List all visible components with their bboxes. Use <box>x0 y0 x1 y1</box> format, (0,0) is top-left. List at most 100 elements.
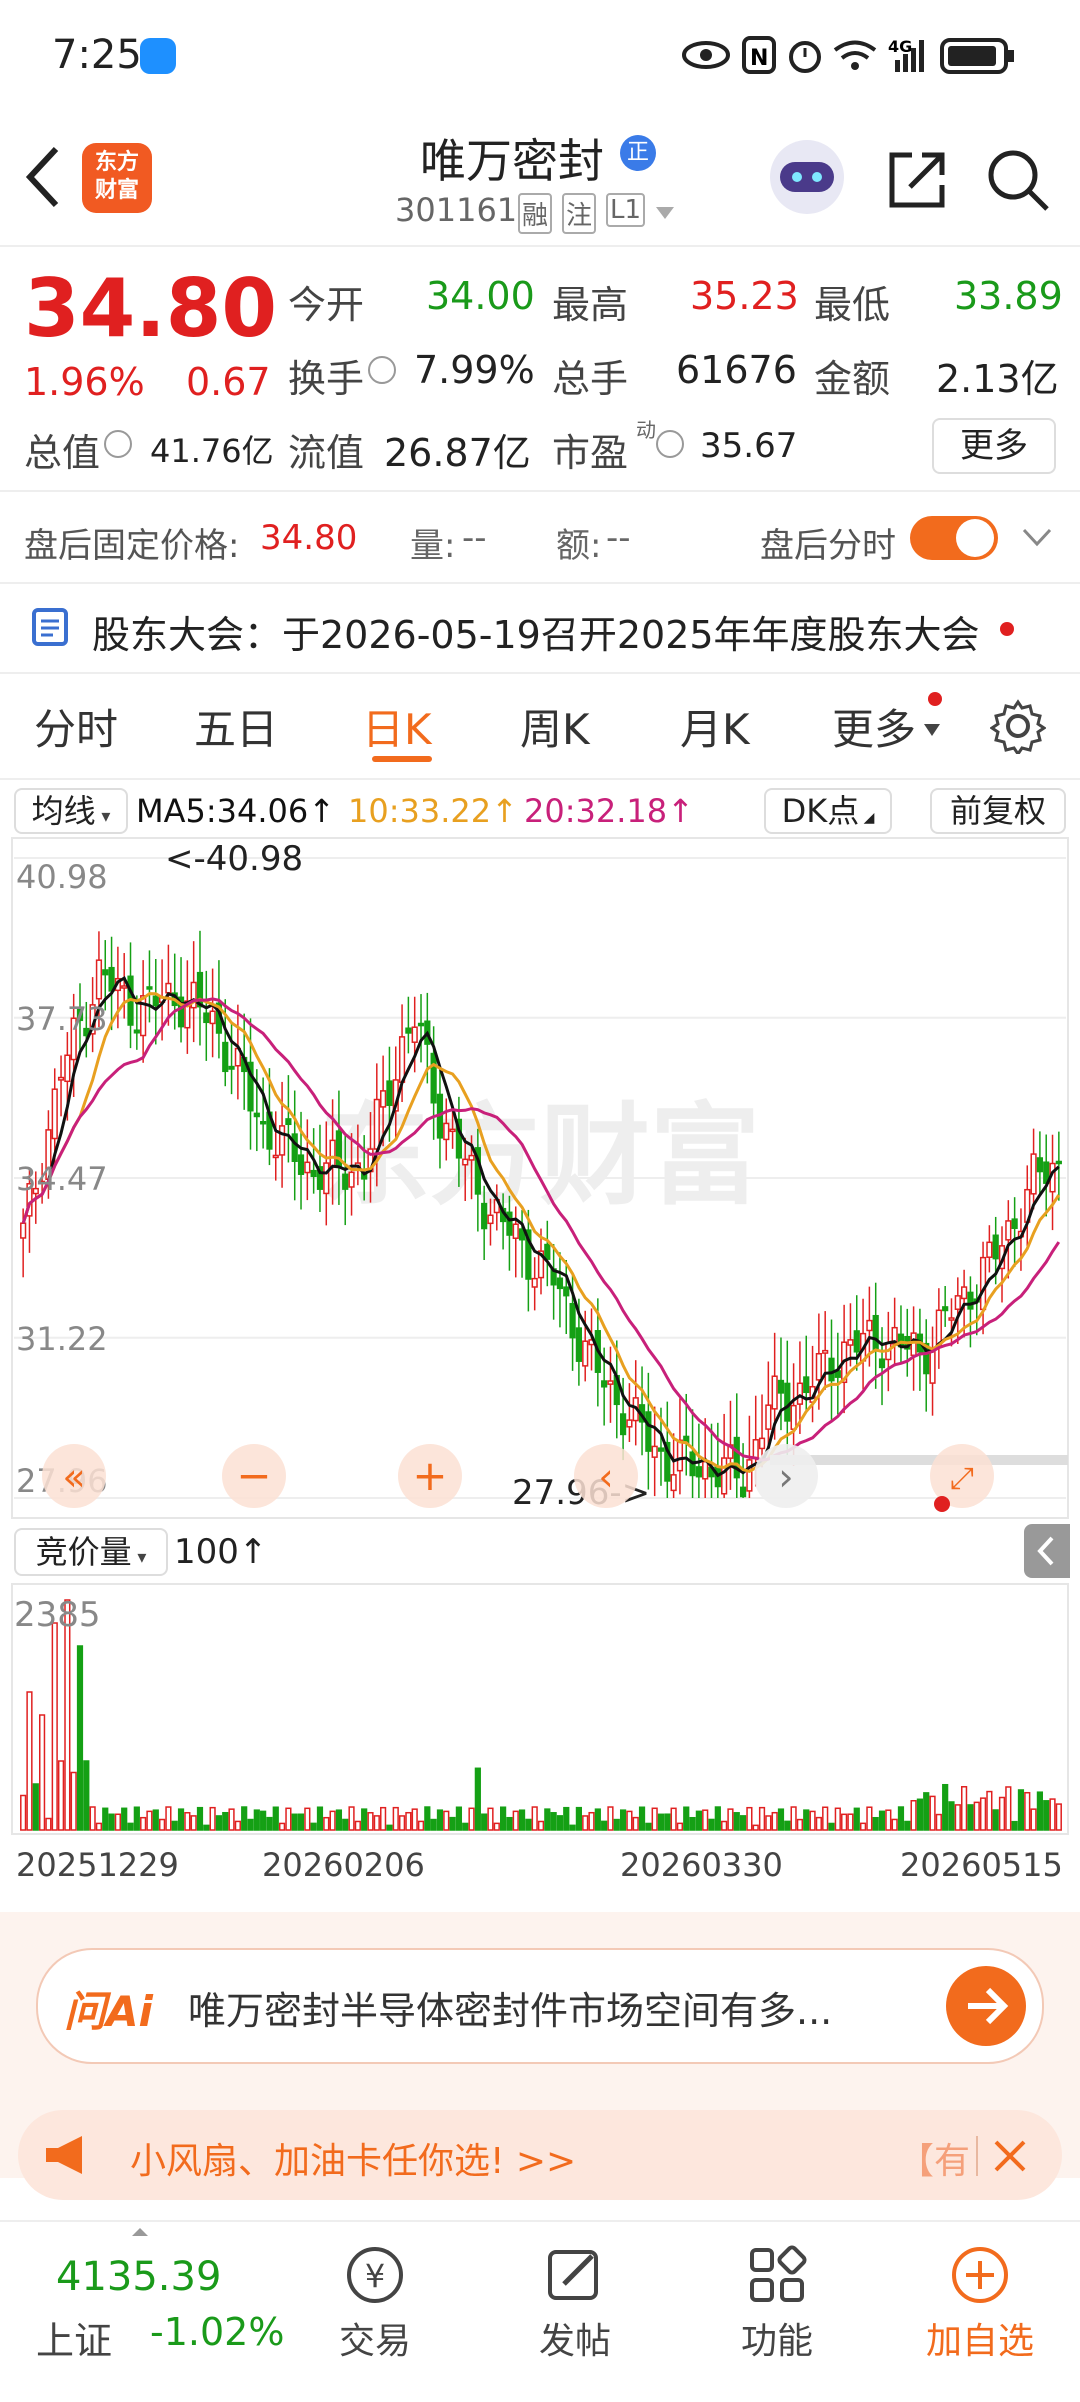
info-icon[interactable] <box>368 356 396 384</box>
nav-functions[interactable]: 功能 <box>722 2242 832 2372</box>
index-value[interactable]: 4135.39 <box>56 2254 221 2300</box>
candle-up <box>57 1076 65 1081</box>
pan-right-button: › <box>754 1444 818 1508</box>
amount-value: 2.13亿 <box>936 357 1059 401</box>
high-annotation: <-40.98 <box>165 839 303 879</box>
promo-banner[interactable]: 小风扇、加油卡任你选! >> 【有 <box>18 2110 1062 2200</box>
close-icon[interactable] <box>988 2134 1032 2178</box>
active-tab-indicator <box>372 756 432 762</box>
notice-bar[interactable]: 股东大会：于2026-05-19召开2025年年度股东大会 <box>0 582 1080 674</box>
candle-up <box>847 1339 854 1346</box>
candle-down <box>297 1154 305 1175</box>
volume-bar <box>247 1818 254 1831</box>
back-icon[interactable] <box>22 145 62 209</box>
after-hours-toggle[interactable] <box>910 516 998 560</box>
unread-dot <box>934 1496 950 1512</box>
change-percent: 1.96% <box>24 360 145 404</box>
pan-left-button: ‹ <box>574 1444 638 1508</box>
candle-up <box>165 982 172 994</box>
volume-bar <box>411 1808 418 1831</box>
volume-bar <box>651 1807 658 1831</box>
nav-post[interactable]: 发帖 <box>520 2242 630 2372</box>
candle-down <box>342 1173 349 1190</box>
volume-bar <box>670 1807 677 1831</box>
candle-up <box>468 1154 475 1161</box>
tab-wuri[interactable]: 五日 <box>194 696 278 757</box>
indicator-select[interactable]: 均线 ▾ <box>14 788 128 834</box>
chevron-down-icon[interactable] <box>1020 522 1054 552</box>
candle-up <box>702 1460 709 1480</box>
ai-question-bar[interactable]: 问Ai 唯万密封半导体密封件市场空间有多... <box>36 1948 1044 2064</box>
candle-down <box>291 1133 298 1162</box>
turnover-value: 7.99% <box>414 348 535 392</box>
candle-up <box>670 1474 677 1492</box>
volume-bar <box>853 1807 860 1831</box>
candle-up <box>765 1404 772 1430</box>
tab-zhouk[interactable]: 周K <box>520 696 590 757</box>
volume-bar <box>354 1820 361 1831</box>
volume-bar <box>76 1645 84 1831</box>
volume-bar <box>866 1806 873 1831</box>
volume-bar <box>373 1815 380 1831</box>
nav-add-watchlist[interactable]: 加自选 <box>910 2242 1050 2372</box>
brand-logo[interactable]: 东方 财富 <box>82 143 152 213</box>
settings-gear-icon[interactable] <box>990 698 1046 754</box>
candle-up <box>676 1439 684 1472</box>
volume-indicator-label: 竞价量 <box>35 1533 132 1571</box>
volume-bar <box>777 1808 785 1831</box>
after-hours-price: 34.80 <box>260 518 358 558</box>
info-icon[interactable] <box>104 430 132 458</box>
high-value: 35.23 <box>690 274 799 318</box>
nav-trade[interactable]: ¥ 交易 <box>320 2242 430 2372</box>
volume-bar <box>20 1794 27 1831</box>
adjust-button[interactable]: 前复权 <box>930 788 1066 834</box>
volume-chart[interactable]: 2385 <box>0 1580 1080 1840</box>
candle-up <box>758 1437 766 1450</box>
volume-indicator-select[interactable]: 竞价量 ▾ <box>14 1528 168 1576</box>
candle-up <box>954 1295 961 1310</box>
x-label: 20251229 <box>16 1846 179 1884</box>
ma5-label: MA5:34.06↑ <box>136 792 336 830</box>
tab-yuek[interactable]: 月K <box>680 696 750 757</box>
volume-bar <box>196 1806 204 1831</box>
search-icon[interactable] <box>985 147 1051 213</box>
candle-down <box>872 1314 879 1351</box>
volume-bar <box>462 1822 469 1831</box>
candle-up <box>95 959 103 1000</box>
volume-bar <box>165 1806 172 1831</box>
volume-bar <box>601 1820 608 1831</box>
candle-down <box>657 1447 665 1452</box>
divider <box>0 245 1080 247</box>
candle-down <box>260 1120 267 1125</box>
volume-bar <box>961 1786 968 1831</box>
ai-logo: 问Ai <box>64 1987 153 2036</box>
candle-up <box>935 1309 942 1346</box>
share-icon[interactable] <box>884 147 950 213</box>
candle-up <box>866 1319 873 1332</box>
candle-up <box>531 1277 538 1288</box>
chevron-down-icon[interactable] <box>654 205 676 221</box>
ai-submit-button[interactable] <box>946 1966 1026 2046</box>
volume-bar <box>38 1714 46 1831</box>
candle-up <box>771 1375 778 1410</box>
volume-bar <box>638 1806 646 1831</box>
volume-max-label: 2385 <box>14 1595 101 1635</box>
ai-robot-icon[interactable] <box>770 140 844 214</box>
tab-rik[interactable]: 日K <box>362 696 432 757</box>
dk-button[interactable]: DK点 ◢ <box>764 788 892 834</box>
volume-bar <box>417 1820 425 1831</box>
volume-bar <box>954 1804 961 1831</box>
tab-fenshi[interactable]: 分时 <box>34 696 118 757</box>
candle-up <box>329 1139 336 1168</box>
volume-bar <box>89 1806 96 1831</box>
candle-down <box>645 1411 652 1452</box>
collapse-panel-button[interactable] <box>1024 1524 1070 1578</box>
volume-toolbar: 竞价量 ▾ 100↑ <box>0 1524 1080 1580</box>
more-button[interactable]: 更多 <box>932 418 1056 474</box>
volume-bar <box>455 1806 463 1831</box>
kline-chart[interactable]: 东方财富 40.9837.7334.4731.2227.96 <-40.98 2… <box>0 834 1080 1524</box>
tab-more[interactable]: 更多 <box>832 696 916 757</box>
candle-up <box>380 1090 387 1108</box>
candle-up <box>121 985 128 989</box>
info-icon[interactable] <box>656 430 684 458</box>
